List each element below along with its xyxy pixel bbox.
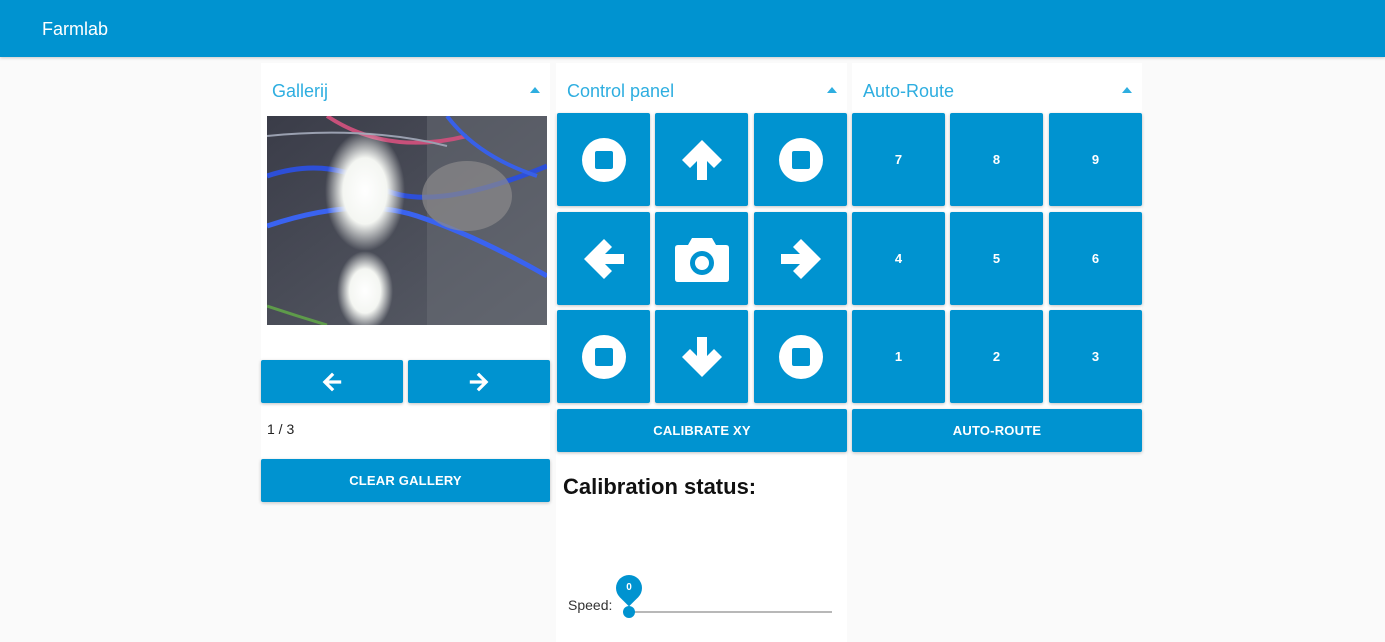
route-key-label: 2 [992,349,1001,364]
collapse-icon[interactable] [827,87,837,93]
route-key-4[interactable]: 4 [852,212,945,305]
route-key-1[interactable]: 1 [852,310,945,403]
app-bar: Farmlab [0,0,1385,57]
move-down-button[interactable] [655,310,748,403]
speed-value: 0 [626,582,632,593]
route-key-3[interactable]: 3 [1049,310,1142,403]
route-key-label: 1 [894,349,903,364]
route-key-label: 9 [1091,152,1100,167]
route-key-5[interactable]: 5 [950,212,1043,305]
calibration-status-label: Calibration status: [563,474,757,499]
autoroute-header[interactable]: Auto-Route [852,63,1142,111]
route-key-label: 8 [992,152,1001,167]
app-title: Farmlab [42,19,109,39]
route-key-9[interactable]: 9 [1049,113,1142,206]
stop-button-top-right[interactable] [754,113,847,206]
control-title: Control panel [567,81,675,101]
calibrate-xy-label: CALIBRATE XY [653,423,751,438]
route-key-8[interactable]: 8 [950,113,1043,206]
autoroute-panel: Auto-Route 7 8 9 4 5 6 1 2 3 AUTO-ROUTE [852,63,1142,453]
gallery-counter: 1 / 3 [267,421,295,437]
arrow-left-icon [322,372,342,391]
speed-slider-thumb[interactable] [623,606,635,618]
route-key-label: 3 [1091,349,1100,364]
move-up-button[interactable] [655,113,748,206]
calibrate-xy-button[interactable]: CALIBRATE XY [557,409,847,452]
arrow-down-icon [681,336,722,377]
stop-icon [581,137,626,182]
gallery-title: Gallerij [272,81,329,101]
camera-icon [674,237,729,282]
route-key-7[interactable]: 7 [852,113,945,206]
route-key-label: 5 [992,251,1001,266]
arrow-right-icon [780,238,821,279]
gallery-photo [267,116,547,325]
gallery-panel: Gallerij 1 / 3 CLEAR GALLERY [261,63,550,503]
stop-button-top-left[interactable] [557,113,650,206]
speed-label: Speed: [568,597,613,613]
gallery-prev-button[interactable] [261,360,403,403]
stop-button-bottom-right[interactable] [754,310,847,403]
arrow-right-icon [469,372,489,391]
speed-slider[interactable] [629,611,832,613]
move-right-button[interactable] [754,212,847,305]
stop-button-bottom-left[interactable] [557,310,650,403]
gallery-next-button[interactable] [408,360,550,403]
auto-route-label: AUTO-ROUTE [952,423,1042,438]
arrow-up-icon [681,139,722,180]
arrow-left-icon [583,238,624,279]
stop-icon [778,137,823,182]
control-header[interactable]: Control panel [556,63,847,111]
route-key-2[interactable]: 2 [950,310,1043,403]
move-left-button[interactable] [557,212,650,305]
stop-icon [778,334,823,379]
autoroute-title: Auto-Route [863,81,955,101]
route-key-label: 7 [894,152,903,167]
capture-photo-button[interactable] [655,212,748,305]
clear-gallery-button[interactable]: CLEAR GALLERY [261,459,550,502]
route-key-label: 6 [1091,251,1100,266]
route-key-label: 4 [894,251,903,266]
control-panel: Control panel CALIBRATE XY Calibration s… [556,63,847,642]
route-key-6[interactable]: 6 [1049,212,1142,305]
collapse-icon[interactable] [1122,87,1132,93]
stop-icon [581,334,626,379]
gallery-header[interactable]: Gallerij [261,63,550,111]
clear-gallery-label: CLEAR GALLERY [349,473,462,488]
auto-route-button[interactable]: AUTO-ROUTE [852,409,1142,452]
collapse-icon[interactable] [530,87,540,93]
